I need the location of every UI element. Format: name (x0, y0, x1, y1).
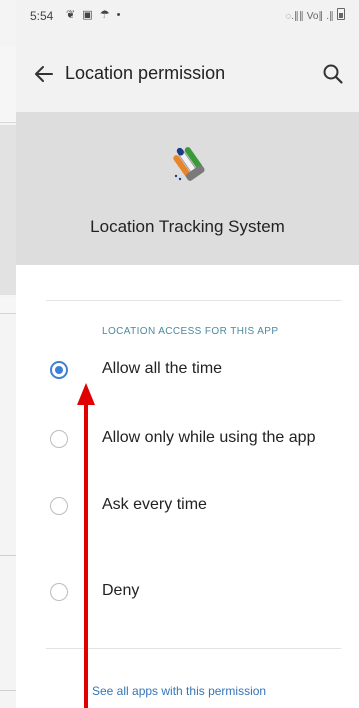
option-allow-all-the-time[interactable]: Allow all the time (16, 351, 359, 391)
background-divider (0, 555, 16, 556)
section-header: LOCATION ACCESS FOR THIS APP (102, 326, 279, 337)
radio-unchecked-icon[interactable] (50, 583, 68, 601)
back-button[interactable] (30, 60, 58, 88)
permission-options: LOCATION ACCESS FOR THIS APP Allow all t… (16, 265, 359, 708)
option-ask-every-time[interactable]: Ask every time (16, 487, 359, 527)
radio-unchecked-icon[interactable] (50, 430, 68, 448)
section-divider (46, 300, 341, 301)
signal-icon: ◌.∥∥ Vo∥ .∥ (285, 11, 334, 22)
option-deny[interactable]: Deny (16, 573, 359, 613)
section-divider (46, 648, 341, 649)
signal-icons: ◌.∥∥ Vo∥ .∥ (285, 8, 345, 22)
option-allow-while-using[interactable]: Allow only while using the app (16, 420, 359, 460)
see-all-apps-link[interactable]: See all apps with this permission (92, 684, 266, 698)
status-time: 5:54 (30, 9, 54, 23)
search-button[interactable] (319, 60, 347, 88)
notification-icons: ❦ ▣ ☂ • (66, 9, 123, 21)
radio-checked-icon[interactable] (50, 361, 68, 379)
election-ink-finger-icon (168, 140, 212, 184)
radio-unchecked-icon[interactable] (50, 497, 68, 515)
background-app-sliver (0, 0, 16, 708)
page-title: Location permission (65, 63, 226, 83)
location-permission-screen: 5:54 ❦ ▣ ☂ • ◌.∥∥ Vo∥ .∥ Location permis… (16, 0, 359, 708)
status-bar: 5:54 ❦ ▣ ☂ • ◌.∥∥ Vo∥ .∥ (16, 0, 359, 32)
search-icon (323, 64, 343, 84)
background-band (0, 298, 16, 314)
option-label: Ask every time (102, 496, 207, 513)
option-label: Allow only while using the app (102, 429, 316, 446)
background-divider (0, 690, 16, 691)
app-name: Location Tracking System (90, 217, 285, 236)
app-bar: Location permission (16, 32, 359, 112)
option-label: Allow all the time (102, 360, 223, 377)
option-label: Deny (102, 582, 140, 599)
battery-icon (337, 8, 345, 20)
background-band (0, 47, 16, 123)
app-header: Location Tracking System (16, 112, 359, 265)
background-band (0, 125, 16, 295)
arrow-left-icon (35, 66, 53, 82)
